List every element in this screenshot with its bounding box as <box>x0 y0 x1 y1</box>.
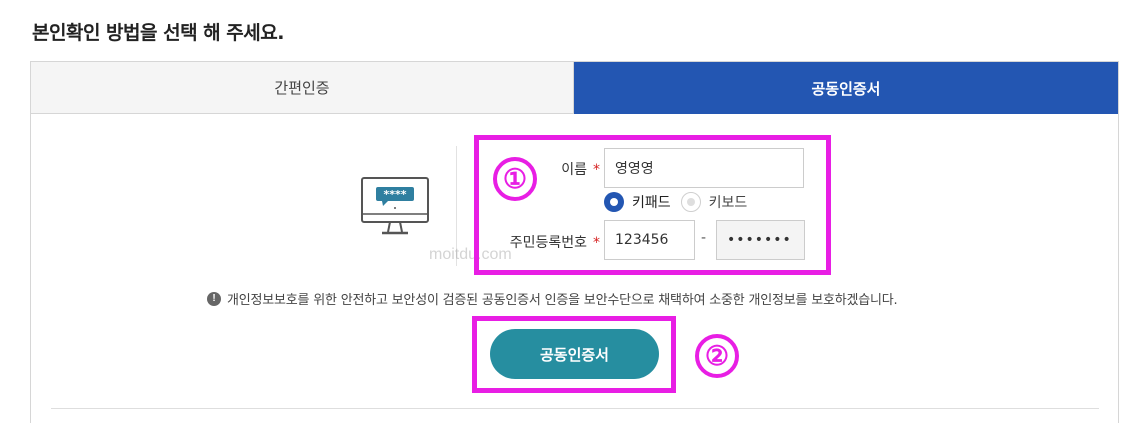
security-notice: ! 개인정보보호를 위한 안전하고 보안성이 검증된 공동인증서 인증을 보안수… <box>207 289 898 308</box>
monitor-icon: **** <box>361 177 429 235</box>
annotation-highlight-button <box>472 316 676 393</box>
bottom-divider <box>51 408 1099 409</box>
security-notice-text: 개인정보보호를 위한 안전하고 보안성이 검증된 공동인증서 인증을 보안수단으… <box>227 293 898 308</box>
tab-bar: 간편인증 공동인증서 <box>31 62 1118 114</box>
page-title: 본인확인 방법을 선택 해 주세요. <box>32 22 284 44</box>
tab-simple-auth[interactable]: 간편인증 <box>31 62 574 114</box>
info-icon: ! <box>207 291 221 306</box>
annotation-step-2: ② <box>695 334 739 378</box>
annotation-step-1: ① <box>493 157 537 201</box>
auth-panel: 간편인증 공동인증서 **** 이름 * 영영영 키패드 키보드 주민등록번호 * … <box>30 61 1119 423</box>
monitor-stars: **** <box>383 188 406 201</box>
tab-joint-certificate[interactable]: 공동인증서 <box>574 62 1118 114</box>
annotation-highlight-form <box>474 135 831 275</box>
